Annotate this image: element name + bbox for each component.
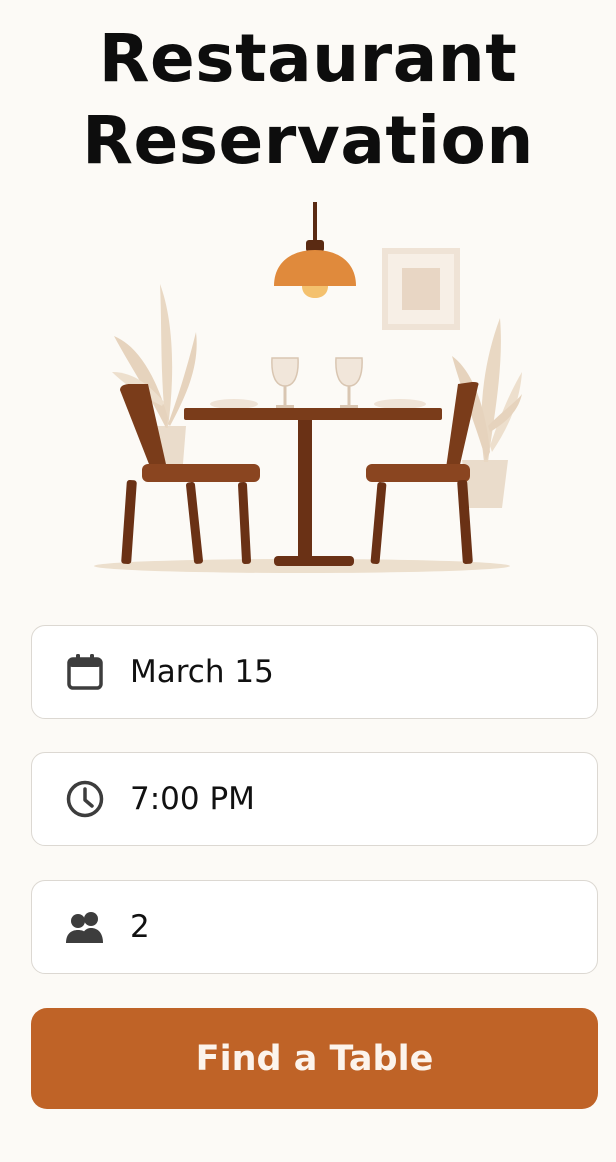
table-illustration <box>184 408 442 566</box>
time-value: 7:00 PM <box>130 781 255 817</box>
page-title: Restaurant Reservation <box>0 18 616 182</box>
people-icon <box>65 907 105 947</box>
pendant-lamp-illustration <box>274 202 356 298</box>
reservation-screen: Restaurant Reservation March 15 7:00 PM … <box>0 0 616 1162</box>
wine-glasses-illustration <box>271 357 363 408</box>
plate-left <box>210 399 258 409</box>
time-field[interactable]: 7:00 PM <box>31 752 598 846</box>
page-title-line-2: Reservation <box>82 102 534 179</box>
party-size-value: 2 <box>130 909 150 945</box>
plate-right <box>374 399 426 409</box>
dining-table-illustration <box>94 202 522 573</box>
page-title-line-1: Restaurant <box>98 20 518 97</box>
date-field[interactable]: March 15 <box>31 625 598 719</box>
find-table-button[interactable]: Find a Table <box>31 1008 598 1109</box>
clock-icon <box>65 779 105 819</box>
wall-frame-illustration <box>382 248 460 330</box>
party-size-field[interactable]: 2 <box>31 880 598 974</box>
date-value: March 15 <box>130 654 274 690</box>
calendar-icon <box>65 652 105 692</box>
